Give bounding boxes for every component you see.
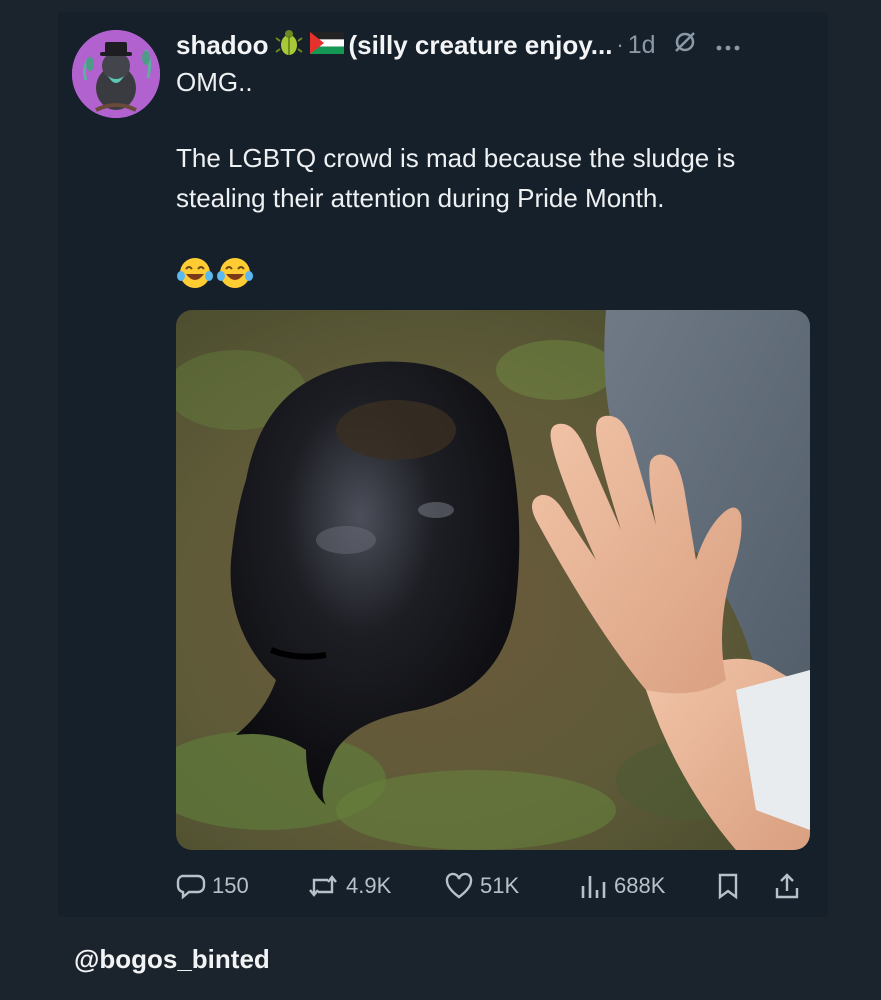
timestamp[interactable]: 1d <box>628 31 656 60</box>
watermark-username: @bogos_binted <box>74 944 270 974</box>
display-name-suffix[interactable]: (silly creature enjoy... <box>348 30 612 61</box>
share-icon <box>775 873 799 899</box>
tweet-text-line: The LGBTQ crowd is mad because the sludg… <box>176 143 736 173</box>
avatar[interactable] <box>72 30 160 118</box>
reply-button[interactable]: 150 <box>176 872 249 900</box>
like-count: 51K <box>480 873 520 898</box>
display-name[interactable]: shadoo <box>176 30 268 61</box>
views-count: 688K <box>614 873 666 898</box>
tweet-text-line: stealing their attention during Pride Mo… <box>176 183 665 213</box>
laughing-emoji-icon <box>177 258 213 288</box>
muted-icon <box>672 29 698 62</box>
laughing-emoji-icon <box>217 258 253 288</box>
separator: · <box>616 32 624 57</box>
palestine-flag-icon <box>310 30 345 61</box>
tweet-header: shadoo (silly creature enjoy... · 1d <box>176 28 740 62</box>
emoji-line <box>176 256 254 290</box>
views-icon <box>581 876 606 898</box>
bookmark-icon <box>718 873 738 900</box>
repost-count: 4.9K <box>346 873 392 898</box>
repost-button[interactable]: 4.9K <box>306 872 391 900</box>
like-icon <box>445 872 473 899</box>
more-icon[interactable] <box>716 32 740 58</box>
bookmark-button[interactable] <box>716 872 746 900</box>
reply-icon <box>176 874 206 900</box>
share-button[interactable] <box>774 872 806 900</box>
action-bar: 150 4.9K 51K 688K <box>176 868 810 904</box>
reply-count: 150 <box>212 873 249 898</box>
tweet-text-line: OMG.. <box>176 67 253 97</box>
like-button[interactable]: 51K <box>444 872 519 900</box>
repost-icon <box>309 875 337 897</box>
tweet-photo[interactable] <box>176 310 810 850</box>
bug-emoji-icon <box>274 27 304 64</box>
views-button[interactable]: 688K <box>578 872 665 900</box>
